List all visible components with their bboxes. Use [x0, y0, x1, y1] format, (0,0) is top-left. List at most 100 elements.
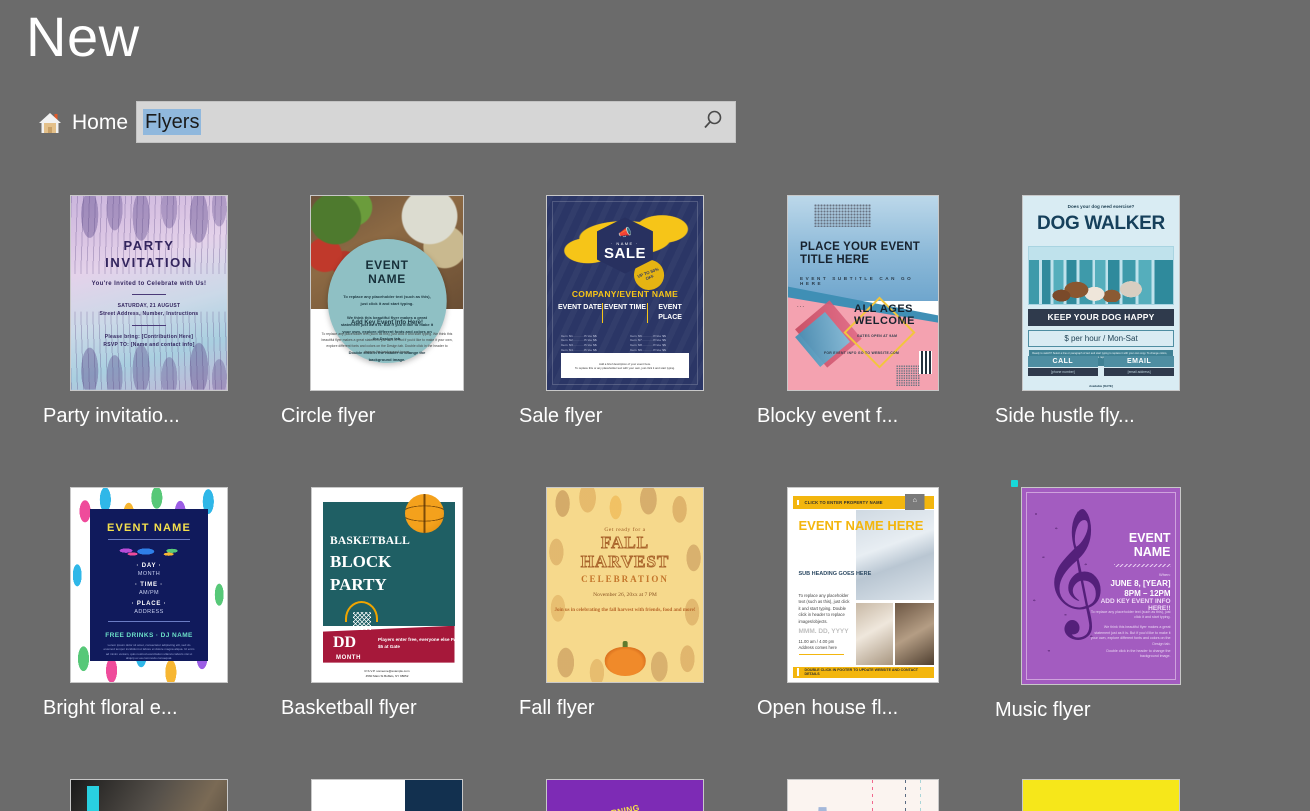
thumbnail-wrap: HIGHER LEARNING WAITS	[506, 779, 744, 811]
template-thumbnail[interactable]: UP TO 50% OFF 📣 · NAME · SALE COMPANY/EV…	[546, 195, 704, 391]
sale-col-time: EVENT TIME	[601, 302, 647, 323]
blocky-ellipsis: ...	[797, 302, 806, 309]
dog-bar-text: KEEP YOUR DOG HAPPY	[1027, 308, 1175, 326]
photo-interior-1	[855, 602, 893, 665]
template-thumbnail[interactable]: 𝄞 EVENT NAME When: JUNE 8, [YEAR] 8PM – …	[1021, 487, 1181, 685]
template-thumbnail[interactable]: EVENT NAME To replace any placeholder te…	[310, 195, 464, 391]
template-card-circle-flyer[interactable]: EVENT NAME To replace any placeholder te…	[268, 195, 506, 427]
template-card-side-hustle-flyer[interactable]: Does your dog need exercise? DOG WALKER …	[982, 195, 1220, 427]
template-card-party-invitation[interactable]: PARTY INVITATION You're Invited to Celeb…	[30, 195, 268, 427]
template-card-fall-flyer[interactable]: Get ready for a FALL HARVEST CELEBRATION…	[506, 487, 744, 719]
new-template-gallery-page: New Home Flyers PARTY INVITATION You're …	[0, 0, 1310, 811]
floral-lorem: Lorem ipsum dolor sit amet, consectetur …	[103, 643, 195, 661]
thumb-art: EVENT NAME · DAY · MONTH · TIME · AM/PM	[71, 488, 227, 682]
blocky-gates: GATES OPEN AT 9AM	[857, 333, 898, 338]
template-thumbnail[interactable]: CLICK TO ENTER PROPERTY NAME ⌂ EVENT NAM…	[787, 487, 939, 683]
thumb-art: CLICK TO ENTER PROPERTY NAME ⌂ EVENT NAM…	[788, 488, 938, 682]
sale-company: COMPANY/EVENT NAME	[571, 289, 679, 300]
party-date: SATURDAY, 21 AUGUST	[117, 303, 181, 309]
fall-body-text: Join us in celebrating the fall harvest …	[554, 607, 696, 613]
blocky-subtitle: EVENT SUBTITLE CAN GO HERE	[800, 275, 914, 286]
thumbnail-wrap: WELCOME ELECTION	[268, 779, 506, 811]
sale-footer-2: To replace this or any placeholder text …	[575, 365, 675, 370]
template-thumbnail[interactable]: PARTY INVITATION You're Invited to Celeb…	[70, 195, 228, 391]
template-thumbnail[interactable]: WELCOME ELECTION	[311, 779, 463, 811]
template-thumbnail[interactable]: PLACE YOUR EVENT TITLE HERE EVENT SUBTIT…	[787, 195, 939, 391]
template-label: Basketball flyer	[281, 697, 417, 719]
blocky-tagline-2: WELCOME	[854, 314, 915, 327]
thumbnail-wrap: CLICK TO ENTER PROPERTY NAME ⌂ EVENT NAM…	[744, 487, 982, 683]
template-card-basketball-flyer[interactable]: BASKETBALL BLOCK PARTY DD MONTH Players …	[268, 487, 506, 719]
dotted-line-3	[920, 780, 921, 811]
template-card-photo-flyer[interactable]	[30, 779, 268, 811]
template-card-graduation-flyer[interactable]: Graduation	[982, 779, 1220, 811]
template-thumbnail[interactable]: EVENT NAME · DAY · MONTH · TIME · AM/PM	[70, 487, 228, 683]
template-card-sale-flyer[interactable]: UP TO 50% OFF 📣 · NAME · SALE COMPANY/EV…	[506, 195, 744, 427]
search-button[interactable]	[691, 102, 735, 142]
template-thumbnail[interactable]: Get ready for a FALL HARVEST CELEBRATION…	[546, 487, 704, 683]
music-when-label: When:	[1158, 572, 1171, 578]
bb-note: Players enter free, everyone else PAY $5…	[378, 637, 460, 649]
template-card-music-flyer[interactable]: 𝄞 EVENT NAME When: JUNE 8, [YEAR] 8PM – …	[982, 487, 1220, 721]
dog-headline: DOG WALKER	[1037, 213, 1165, 235]
thumbnail-wrap: EVENT NAME To replace any placeholder te…	[268, 195, 506, 391]
divider	[132, 325, 166, 326]
party-bring: Please bring: [Contribution Here]	[104, 334, 194, 340]
higher-title-1: HIGHER LEARNING	[556, 802, 641, 811]
circle-title-1: EVENT	[365, 258, 409, 273]
circle-key-body: To replace any placeholder text (such as…	[321, 332, 453, 355]
thumb-art: 𝄞 EVENT NAME When: JUNE 8, [YEAR] 8PM – …	[1022, 488, 1180, 684]
dot-pattern-icon	[813, 203, 871, 228]
template-card-higher-learning-flyer[interactable]: HIGHER LEARNING WAITS	[506, 779, 744, 811]
circle-title-2: NAME	[368, 272, 406, 287]
template-label: Party invitatio...	[43, 405, 180, 427]
open-footer-bar: DOUBLE CLICK IN FOOTER TO UPDATE WEBSITE…	[792, 666, 934, 679]
template-label: Music flyer	[995, 699, 1091, 721]
bb-title-2: BLOCK	[330, 552, 392, 572]
page-title: New	[26, 5, 140, 68]
pumpkin-icon	[604, 647, 646, 677]
dog-footer: Available [DATE]	[1089, 384, 1113, 389]
thumbnail-wrap: Does your dog need exercise? DOG WALKER …	[982, 195, 1220, 391]
fall-title-2: HARVEST	[580, 551, 670, 571]
dog-question: Does your dog need exercise?	[1067, 203, 1135, 209]
music-title: EVENT NAME	[1092, 531, 1171, 559]
thumbnail-wrap: PARTY INVITATION You're Invited to Celeb…	[30, 195, 268, 391]
sale-headline: SALE	[603, 245, 646, 263]
thumbnail-wrap: 𝄞 EVENT NAME When: JUNE 8, [YEAR] 8PM – …	[982, 487, 1220, 685]
megaphone-icon: 📣	[618, 227, 632, 240]
home-button[interactable]: Home	[33, 103, 132, 143]
template-thumbnail[interactable]: HIGHER LEARNING WAITS	[546, 779, 704, 811]
template-card-open-house-flyer[interactable]: CLICK TO ENTER PROPERTY NAME ⌂ EVENT NAM…	[744, 487, 982, 719]
dog-call-label: CALL	[1027, 356, 1099, 368]
divider	[798, 653, 844, 656]
template-thumbnail[interactable]: Does your dog need exercise? DOG WALKER …	[1022, 195, 1180, 391]
search-box[interactable]: Flyers	[136, 101, 736, 143]
blocky-tagline-1: ALL AGES	[854, 302, 914, 315]
open-time-address: 11.00 am / 4.00 pm Address comes here	[799, 639, 837, 651]
open-title: EVENT NAME HERE	[798, 518, 924, 534]
floral-place-label: · PLACE ·	[131, 600, 167, 607]
template-thumbnail[interactable]	[787, 779, 939, 811]
thumbnail-wrap	[30, 779, 268, 811]
party-title-2: INVITATION	[105, 255, 193, 270]
template-card-bright-floral-event-flyer[interactable]: EVENT NAME · DAY · MONTH · TIME · AM/PM	[30, 487, 268, 719]
circle-para-1: To replace any placeholder text (such as…	[343, 294, 431, 307]
template-thumbnail[interactable]	[70, 779, 228, 811]
music-para-1: To replace any placeholder text (such as…	[1090, 609, 1171, 620]
sale-col-place: EVENT PLACE	[647, 302, 692, 323]
template-card-election-flyer[interactable]: WELCOME ELECTION	[268, 779, 506, 811]
dogs-illustration-icon	[1047, 272, 1155, 302]
dotted-line-2	[905, 780, 906, 811]
template-thumbnail[interactable]: Graduation	[1022, 779, 1180, 811]
music-date: JUNE 8, [YEAR]	[1110, 579, 1171, 589]
thumb-art: PARTY INVITATION You're Invited to Celeb…	[71, 196, 227, 390]
music-date-time: JUNE 8, [YEAR] 8PM – 12PM	[1092, 579, 1171, 599]
template-card-blocky-event-flyer[interactable]: PLACE YOUR EVENT TITLE HERE EVENT SUBTIT…	[744, 195, 982, 427]
template-label: Circle flyer	[281, 405, 376, 427]
template-thumbnail[interactable]: BASKETBALL BLOCK PARTY DD MONTH Players …	[311, 487, 463, 683]
template-label: Bright floral e...	[43, 697, 178, 719]
squiggle-divider-icon	[1113, 564, 1171, 568]
template-card-pastel-flyer[interactable]	[744, 779, 982, 811]
search-input[interactable]: Flyers	[137, 102, 691, 142]
